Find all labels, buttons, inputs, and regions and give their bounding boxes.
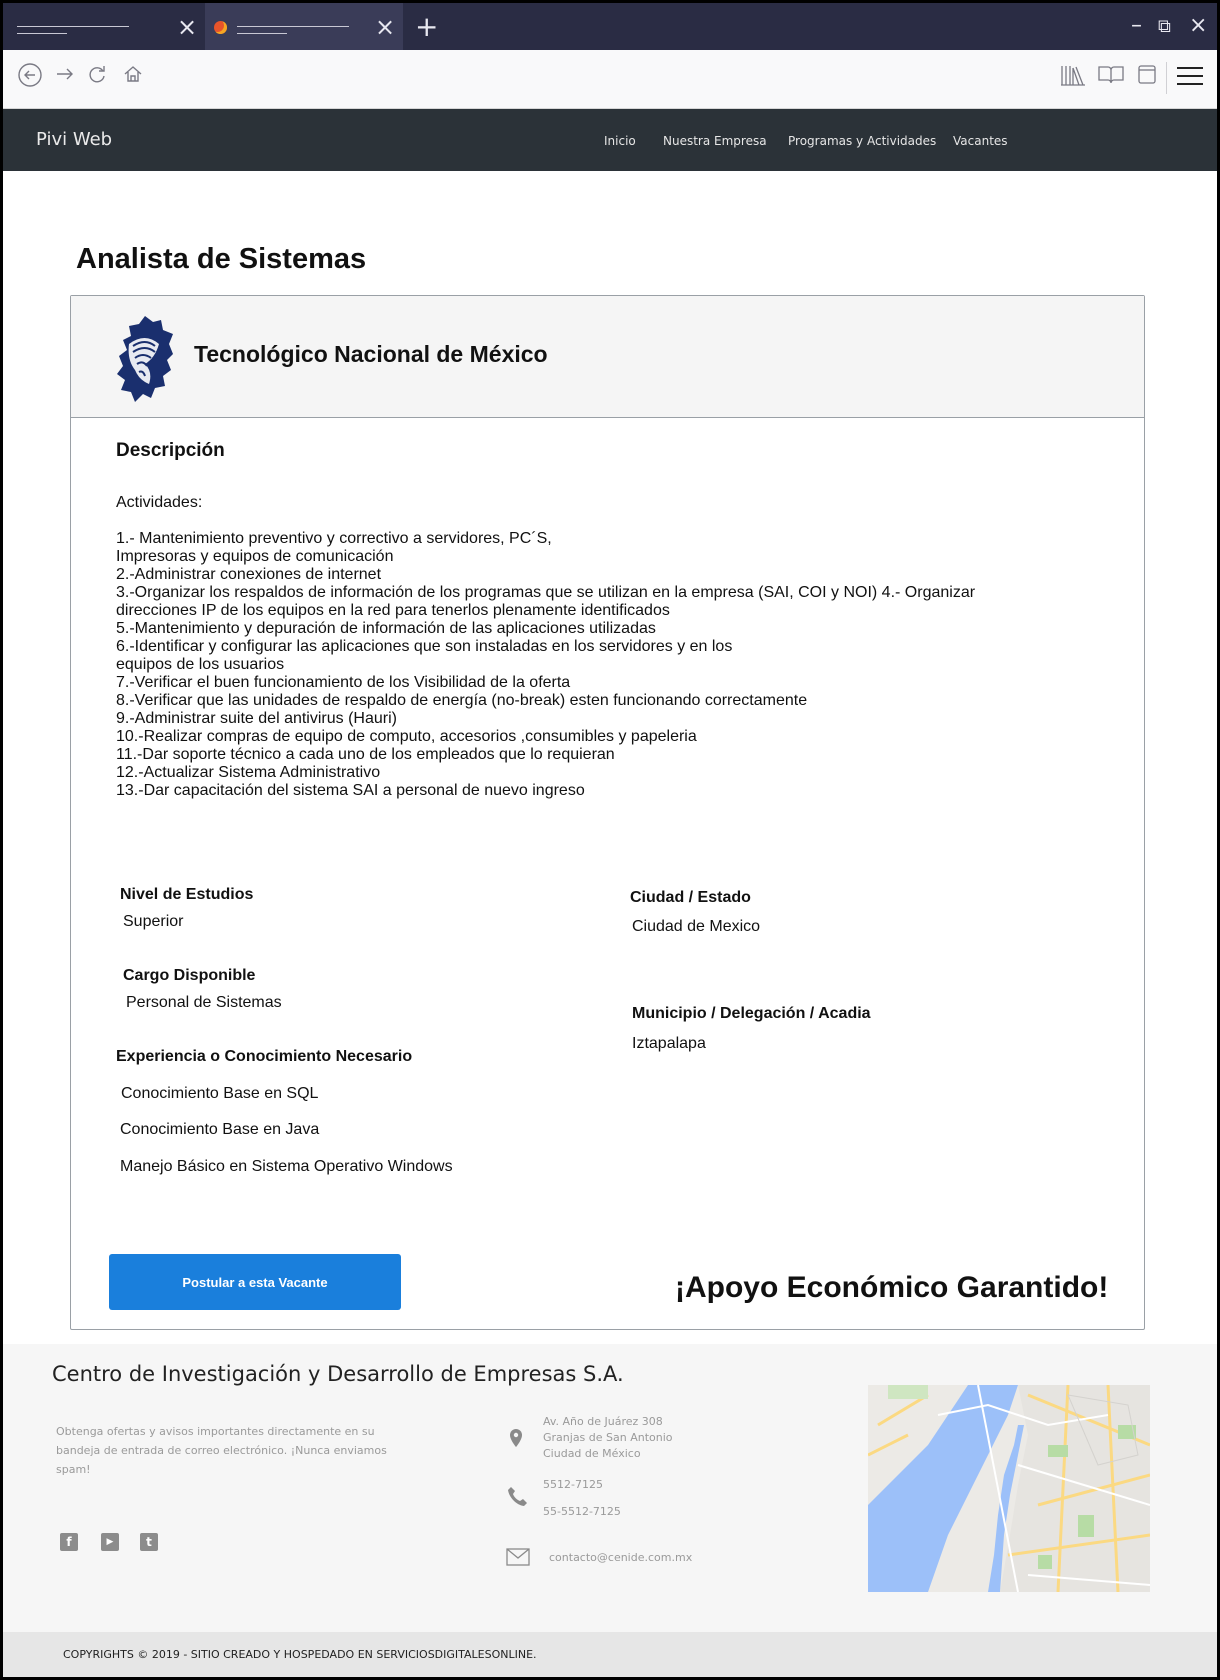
tab-close-icon[interactable]: ×: [375, 13, 395, 41]
youtube-icon[interactable]: ▶: [101, 1533, 119, 1551]
city-label: Ciudad / Estado: [630, 889, 751, 906]
tab-title-placeholder: [17, 26, 129, 27]
facebook-icon[interactable]: f: [60, 1533, 78, 1551]
tab-bar: × × + – ⧉ ×: [3, 3, 1217, 50]
restore-icon[interactable]: ⧉: [1158, 16, 1171, 37]
forward-icon[interactable]: [53, 62, 77, 92]
nav-link-inicio[interactable]: Inicio: [604, 134, 636, 148]
description-title: Descripción: [116, 440, 225, 461]
location-icon: [509, 1428, 523, 1452]
activity-line: 11.-Dar soporte técnico a cada uno de lo…: [116, 746, 615, 763]
twitter-icon[interactable]: t: [140, 1533, 158, 1551]
footer-phone: 5512-7125: [543, 1478, 603, 1491]
footer-email[interactable]: contacto@cenide.com.mx: [549, 1550, 692, 1566]
company-logo: [115, 314, 175, 404]
footer-title: Centro de Investigación y Desarrollo de …: [52, 1362, 624, 1386]
nav-link-programas[interactable]: Programas y Actividades: [788, 134, 936, 148]
site-footer: Centro de Investigación y Desarrollo de …: [3, 1344, 1217, 1632]
tab-active[interactable]: ×: [205, 3, 403, 50]
location-map[interactable]: [867, 1384, 1151, 1593]
experience-item: Conocimiento Base en Java: [120, 1121, 320, 1138]
tab-inactive[interactable]: ×: [3, 3, 203, 50]
activity-line: 12.-Actualizar Sistema Administrativo: [116, 764, 381, 781]
education-label: Nivel de Estudios: [120, 886, 254, 903]
page-title: Analista de Sistemas: [76, 243, 367, 275]
job-card: Tecnológico Nacional de México Descripci…: [70, 295, 1145, 1330]
activities-list: 1.- Mantenimiento preventivo y correctiv…: [116, 530, 1096, 800]
company-name: Tecnológico Nacional de México: [194, 341, 548, 367]
address-line: Granjas de San Antonio: [543, 1431, 673, 1444]
position-label: Cargo Disponible: [123, 967, 256, 984]
library-icon[interactable]: [1059, 62, 1087, 94]
tab-close-icon[interactable]: ×: [177, 13, 197, 41]
browser-window: × × + – ⧉ × Pivi Web Inicio Nuestra Empr…: [0, 0, 1220, 1680]
new-tab-button[interactable]: +: [415, 10, 438, 43]
copyright-text: COPYRIGHTS © 2019 - SITIO CREADO Y HOSPE…: [63, 1648, 537, 1661]
activity-line: Impresoras y equipos de comunicación: [116, 548, 394, 565]
minimize-icon[interactable]: –: [1131, 13, 1142, 38]
experience-item: Conocimiento Base en SQL: [121, 1085, 319, 1102]
footer-address: Av. Año de Juárez 308 Granjas de San Ant…: [543, 1414, 673, 1462]
firefox-icon: [214, 21, 227, 34]
municipality-label: Municipio / Delegación / Acadia: [632, 1005, 871, 1022]
back-icon[interactable]: [17, 62, 43, 94]
experience-item: Manejo Básico en Sistema Operativo Windo…: [120, 1158, 453, 1175]
city-value: Ciudad de Mexico: [632, 918, 761, 935]
nav-link-vacantes[interactable]: Vacantes: [953, 134, 1008, 148]
municipality-value: Iztapalapa: [632, 1035, 706, 1052]
education-value: Superior: [123, 913, 184, 930]
close-window-icon[interactable]: ×: [1189, 13, 1207, 38]
home-icon[interactable]: [121, 62, 145, 92]
phone-icon: [507, 1485, 527, 1511]
activity-line: 10.-Realizar compras de equipo de comput…: [116, 728, 697, 745]
sidebar-icon[interactable]: [1135, 62, 1159, 92]
guarantee-banner: ¡Apoyo Económico Garantido!: [675, 1271, 1109, 1304]
nav-link-nuestra-empresa[interactable]: Nuestra Empresa: [663, 134, 767, 148]
activity-line: 7.-Verificar el buen funcionamiento de l…: [116, 674, 571, 691]
footer-newsletter-text: Obtenga ofertas y avisos importantes dir…: [56, 1425, 387, 1476]
experience-label: Experiencia o Conocimiento Necesario: [116, 1048, 413, 1065]
toolbar-divider: [1166, 62, 1167, 94]
activity-line: 1.- Mantenimiento preventivo y correctiv…: [116, 530, 552, 547]
activity-line: 3.-Organizar los respaldos de informació…: [116, 584, 976, 601]
activity-line: 6.-Identificar y configurar las aplicaci…: [116, 638, 733, 655]
email-icon: [506, 1548, 530, 1570]
footer-phone: 55-5512-7125: [543, 1505, 621, 1518]
tab-title-placeholder: [237, 26, 349, 27]
activity-line: 9.-Administrar suite del antivirus (Haur…: [116, 710, 397, 727]
browser-toolbar: [3, 50, 1217, 109]
reload-icon[interactable]: [85, 62, 109, 92]
address-line: Av. Año de Juárez 308: [543, 1415, 663, 1428]
activity-line: 8.-Verificar que las unidades de respald…: [116, 692, 808, 709]
reader-icon[interactable]: [1097, 62, 1125, 92]
tab-title-placeholder: [237, 33, 287, 34]
position-value: Personal de Sistemas: [126, 994, 282, 1011]
tab-title-placeholder: [17, 33, 67, 34]
apply-button[interactable]: Postular a esta Vacante: [109, 1254, 401, 1310]
copyright-bar: COPYRIGHTS © 2019 - SITIO CREADO Y HOSPE…: [3, 1632, 1217, 1677]
job-card-header: Tecnológico Nacional de México: [71, 296, 1144, 418]
activity-line: direcciones IP de los equipos en la red …: [116, 602, 670, 619]
activity-line: 5.-Mantenimiento y depuración de informa…: [116, 620, 656, 637]
activities-label: Actividades:: [116, 494, 203, 511]
site-navbar: Pivi Web Inicio Nuestra Empresa Programa…: [3, 109, 1217, 171]
address-line: Ciudad de México: [543, 1447, 641, 1460]
activity-line: equipos de los usuarios: [116, 656, 285, 673]
site-brand[interactable]: Pivi Web: [36, 129, 112, 150]
activity-line: 13.-Dar capacitación del sistema SAI a p…: [116, 782, 585, 799]
menu-icon[interactable]: [1175, 64, 1205, 94]
activity-line: 2.-Administrar conexiones de internet: [116, 566, 382, 583]
